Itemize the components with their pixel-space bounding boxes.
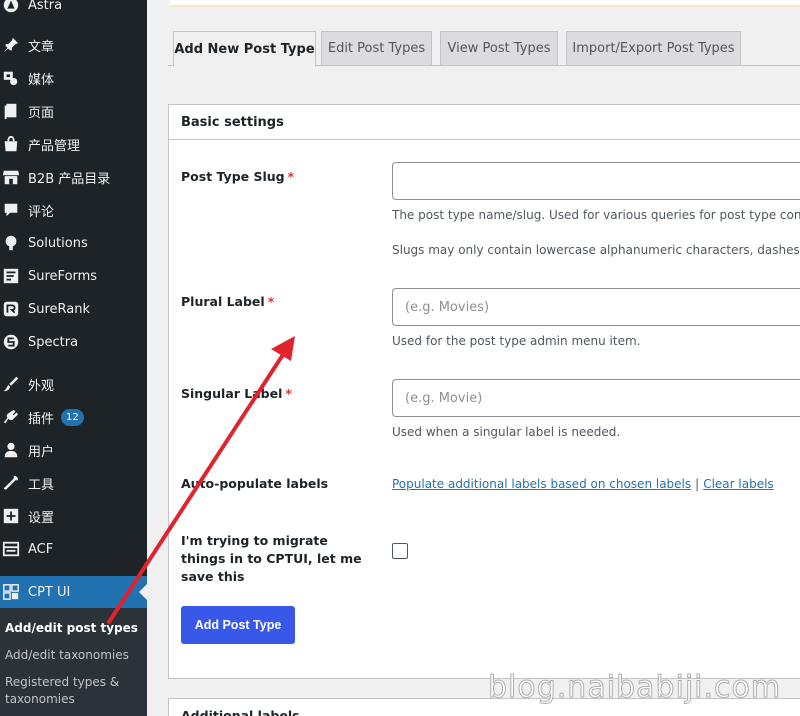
label-text: Singular Label xyxy=(181,386,283,401)
sidebar-item-cpt-ui[interactable]: CPT UI xyxy=(0,576,147,608)
populate-labels-link[interactable]: Populate additional labels based on chos… xyxy=(392,477,691,491)
sidebar-item-sureforms[interactable]: SureForms xyxy=(0,261,147,291)
pin-icon xyxy=(1,35,21,55)
sidebar-item-appearance[interactable]: 外观 xyxy=(0,369,147,399)
auto-populate-label: Auto-populate labels xyxy=(181,476,329,491)
plugin-update-count-badge: 12 xyxy=(61,408,84,426)
sidebar-item-astra[interactable]: Astra xyxy=(0,0,147,20)
plugin-icon xyxy=(1,407,21,427)
tab-view-post-types[interactable]: View Post Types xyxy=(440,31,558,66)
comment-icon xyxy=(1,200,21,220)
acf-icon xyxy=(1,539,21,559)
link-separator: | xyxy=(695,477,700,491)
post-type-slug-label: Post Type Slug * xyxy=(181,168,381,186)
required-marker: * xyxy=(267,294,275,309)
sidebar-item-label: 工具 xyxy=(28,477,55,493)
label-text: Plural Label xyxy=(181,294,265,309)
sidebar-item-acf[interactable]: ACF xyxy=(0,534,147,564)
sidebar-item-solutions[interactable]: Solutions xyxy=(0,228,147,258)
page-icon xyxy=(1,101,21,121)
spectra-icon xyxy=(1,332,21,352)
sidebar-item-label: 媒体 xyxy=(28,72,55,88)
sidebar-item-comments[interactable]: 评论 xyxy=(0,195,147,225)
singular-label-input[interactable] xyxy=(392,379,800,417)
slug-help-text: The post type name/slug. Used for variou… xyxy=(392,208,800,222)
admin-sidebar: Astra 文章 媒体 页面 产品管理 B2B 产品目录 评论 Solution… xyxy=(0,0,147,716)
sidebar-item-label: 设置 xyxy=(28,510,55,526)
sidebar-item-spectra[interactable]: Spectra xyxy=(0,327,147,357)
post-type-slug-input[interactable] xyxy=(392,162,800,200)
label-text: Post Type Slug xyxy=(181,169,285,184)
tab-import-export-post-types[interactable]: Import/Export Post Types xyxy=(566,31,741,66)
settings-icon xyxy=(1,506,21,526)
basic-settings-panel: Basic settings Post Type Slug * The post … xyxy=(168,104,800,679)
plural-label-label: Plural Label * xyxy=(181,293,381,311)
sidebar-item-label: CPT UI xyxy=(28,584,71,600)
sidebar-item-media[interactable]: 媒体 xyxy=(0,63,147,93)
sidebar-item-users[interactable]: 用户 xyxy=(0,435,147,465)
slug-rules-text: Slugs may only contain lowercase alphanu… xyxy=(392,243,800,257)
shop-icon xyxy=(1,167,21,187)
sidebar-item-label: 用户 xyxy=(28,444,55,460)
astra-icon xyxy=(1,0,21,15)
sidebar-item-label: SureRank xyxy=(28,301,91,317)
tab-edit-post-types[interactable]: Edit Post Types xyxy=(321,31,432,66)
cptui-icon xyxy=(1,582,21,602)
cpt-ui-submenu: Add/edit post types Add/edit taxonomies … xyxy=(0,608,147,716)
sidebar-item-products[interactable]: 产品管理 xyxy=(0,129,147,159)
sidebar-item-b2b-catalog[interactable]: B2B 产品目录 xyxy=(0,162,147,192)
sidebar-item-label: SureForms xyxy=(28,268,98,284)
tab-add-new-post-type[interactable]: Add New Post Type xyxy=(173,31,316,67)
sidebar-item-label: 评论 xyxy=(28,204,55,220)
singular-help-text: Used when a singular label is needed. xyxy=(392,425,621,439)
rank-icon xyxy=(1,299,21,319)
sidebar-item-label: 外观 xyxy=(28,378,55,394)
required-marker: * xyxy=(287,169,295,184)
sidebar-item-pages[interactable]: 页面 xyxy=(0,96,147,126)
sidebar-item-tools[interactable]: 工具 xyxy=(0,468,147,498)
migrate-checkbox[interactable] xyxy=(392,543,408,559)
brush-icon xyxy=(1,374,21,394)
bulb-icon xyxy=(1,233,21,253)
media-icon xyxy=(1,68,21,88)
submenu-add-edit-taxonomies[interactable]: Add/edit taxonomies xyxy=(5,647,140,664)
singular-label-label: Singular Label * xyxy=(181,385,381,403)
sidebar-item-label: B2B 产品目录 xyxy=(28,171,111,187)
plural-label-input[interactable] xyxy=(392,288,800,326)
panel-title: Basic settings xyxy=(169,105,800,140)
auto-populate-links: Populate additional labels based on chos… xyxy=(392,476,774,492)
user-icon xyxy=(1,440,21,460)
form-icon xyxy=(1,266,21,286)
clear-labels-link[interactable]: Clear labels xyxy=(703,477,773,491)
sidebar-item-label: 文章 xyxy=(28,39,55,55)
submenu-registered-types[interactable]: Registered types & taxonomies xyxy=(5,674,140,708)
migrate-label: I'm trying to migrate things in to CPTUI… xyxy=(181,533,362,584)
sidebar-item-label: 产品管理 xyxy=(28,138,81,154)
sidebar-item-label: Astra xyxy=(28,0,63,13)
sidebar-item-label: 插件 xyxy=(28,411,55,427)
sidebar-item-surerank[interactable]: SureRank xyxy=(0,294,147,324)
sidebar-item-posts[interactable]: 文章 xyxy=(0,30,147,60)
sidebar-item-label: Solutions xyxy=(28,235,88,251)
watermark-text: blog.naibabiji.com xyxy=(487,670,782,706)
add-post-type-button[interactable]: Add Post Type xyxy=(181,606,295,644)
store-icon xyxy=(1,134,21,154)
wrench-icon xyxy=(1,473,21,493)
sidebar-item-label: Spectra xyxy=(28,334,79,350)
sidebar-item-label: ACF xyxy=(28,541,54,557)
required-marker: * xyxy=(285,386,292,401)
sidebar-item-settings[interactable]: 设置 xyxy=(0,501,147,531)
sidebar-item-label: 页面 xyxy=(28,105,55,121)
plural-help-text: Used for the post type admin menu item. xyxy=(392,334,641,348)
admin-notice xyxy=(170,0,800,7)
submenu-add-edit-post-types[interactable]: Add/edit post types xyxy=(5,620,140,637)
sidebar-item-plugins[interactable]: 插件 12 xyxy=(0,402,147,432)
